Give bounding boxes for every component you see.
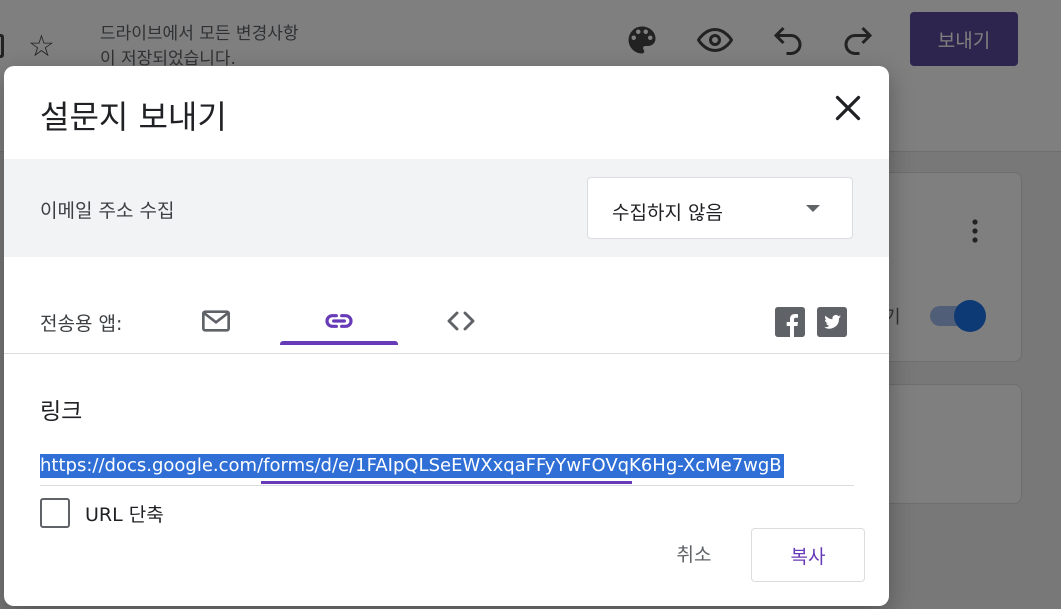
shorten-url-checkbox[interactable] xyxy=(40,498,70,528)
shorten-url-label: URL 단축 xyxy=(85,503,164,526)
send-via-row: 전송용 앱: xyxy=(4,257,889,354)
cancel-button[interactable]: 취소 xyxy=(654,533,734,573)
tab-email[interactable] xyxy=(157,297,275,345)
link-section-heading: 링크 xyxy=(40,399,83,425)
dialog-title: 설문지 보내기 xyxy=(40,98,227,136)
mail-icon xyxy=(202,310,230,332)
code-icon xyxy=(447,311,475,331)
dropdown-arrow-icon xyxy=(806,205,820,212)
facebook-icon[interactable] xyxy=(775,307,805,337)
tab-link[interactable] xyxy=(280,297,398,345)
email-collection-select[interactable]: 수집하지 않음 xyxy=(587,177,853,239)
shorten-url-row: URL 단축 xyxy=(40,498,164,528)
email-collection-label: 이메일 주소 수집 xyxy=(40,200,175,222)
email-collection-selected-value: 수집하지 않음 xyxy=(612,202,723,224)
email-collection-row: 이메일 주소 수집 수집하지 않음 xyxy=(4,159,889,257)
close-icon[interactable] xyxy=(830,90,866,126)
send-form-dialog: 설문지 보내기 이메일 주소 수집 수집하지 않음 전송용 앱: 링크 http… xyxy=(4,66,889,606)
form-url-text: https://docs.google.com/forms/d/e/1FAIpQ… xyxy=(40,454,784,478)
copy-button[interactable]: 복사 xyxy=(751,528,865,582)
link-icon xyxy=(325,314,353,328)
send-via-label: 전송용 앱: xyxy=(40,313,123,335)
url-field-focus-underline xyxy=(261,481,632,484)
tab-active-indicator xyxy=(280,341,398,345)
tab-embed[interactable] xyxy=(402,297,520,345)
twitter-icon[interactable] xyxy=(817,307,847,337)
